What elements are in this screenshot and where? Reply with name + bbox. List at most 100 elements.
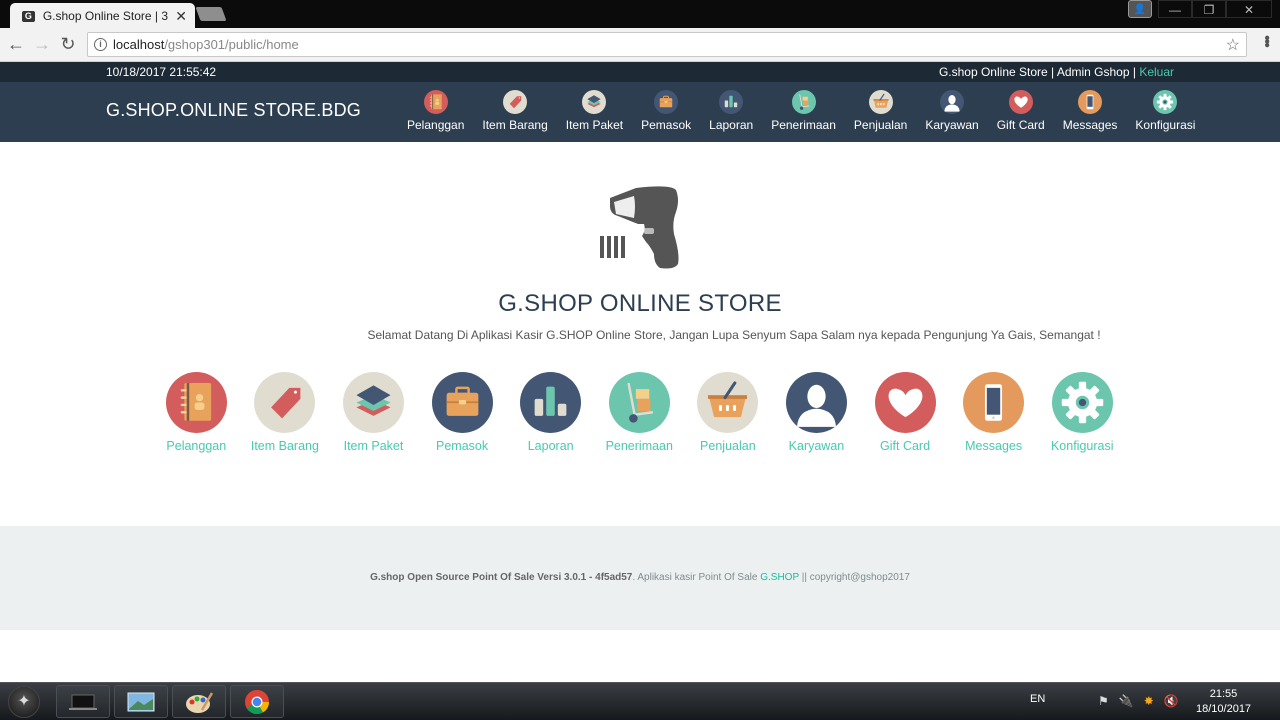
nav-item-gift-card[interactable]: Gift Card [988, 90, 1054, 132]
start-button[interactable]: ✦ [8, 686, 40, 718]
tile-pelanggan[interactable]: Pelanggan [152, 372, 241, 453]
forward-arrow-icon[interactable]: → [32, 34, 52, 54]
power-plug-icon[interactable]: 🔌 [1119, 694, 1134, 708]
nav-menu: Pelanggan Item Barang Item Paket Pemasok… [398, 90, 1204, 132]
tab-close-icon[interactable]: ✕ [175, 8, 187, 25]
tile-label: Pelanggan [166, 439, 227, 453]
separator: | [1047, 65, 1057, 79]
photo-viewer-task[interactable] [114, 685, 168, 718]
language-indicator[interactable]: EN [1030, 693, 1045, 705]
page-bottom-space [0, 630, 1280, 682]
nav-item-item-paket[interactable]: Item Paket [557, 90, 632, 132]
nav-item-laporan[interactable]: Laporan [700, 90, 762, 132]
chrome-task[interactable] [230, 685, 284, 718]
volume-muted-icon[interactable]: 🔇 [1164, 694, 1179, 708]
tile-laporan[interactable]: Laporan [506, 372, 595, 453]
logout-link[interactable]: Keluar [1139, 65, 1174, 79]
barcode-scanner-icon [600, 186, 679, 269]
network-icon[interactable]: ✸ [1144, 694, 1154, 708]
smartphone-icon [1078, 90, 1103, 114]
price-tag-icon [503, 90, 528, 114]
url-path: /gshop301/public/home [164, 37, 299, 52]
nav-item-pemasok[interactable]: Pemasok [632, 90, 700, 132]
nav-item-item-barang[interactable]: Item Barang [473, 90, 556, 132]
profile-icon[interactable]: 👤 [1128, 0, 1152, 18]
nav-item-karyawan[interactable]: Karyawan [916, 90, 987, 132]
tile-label: Gift Card [880, 439, 931, 453]
tab-title: G.shop Online Store | 3.0 [42, 9, 170, 23]
main-content: G.SHOP ONLINE STORE Selamat Datang Di Ap… [0, 142, 1280, 526]
reload-icon[interactable]: ↻ [58, 34, 78, 54]
footer-version: G.shop Open Source Point Of Sale Versi 3… [370, 572, 633, 583]
main-navbar: G.SHOP.ONLINE STORE.BDG Pelanggan Item B… [0, 82, 1280, 142]
clock-date: 18/10/2017 [1196, 703, 1252, 715]
tile-item-paket[interactable]: Item Paket [329, 372, 418, 453]
nav-item-messages[interactable]: Messages [1054, 90, 1127, 132]
nav-item-label: Laporan [709, 118, 754, 132]
new-tab-button[interactable] [195, 7, 227, 21]
tile-penerimaan[interactable]: Penerimaan [595, 372, 684, 453]
bookmark-star-icon[interactable]: ☆ [1226, 35, 1240, 55]
nav-item-konfigurasi[interactable]: Konfigurasi [1126, 90, 1204, 132]
store-name: G.shop Online Store [938, 65, 1048, 79]
heart-icon [874, 372, 936, 433]
browser-menu-icon[interactable]: ••• [1258, 35, 1275, 46]
paint-task[interactable] [172, 685, 226, 718]
nav-item-label: Gift Card [996, 118, 1045, 132]
brand-title[interactable]: G.SHOP.ONLINE STORE.BDG [106, 100, 361, 121]
nav-item-label: Pelanggan [407, 118, 465, 132]
nav-item-pelanggan[interactable]: Pelanggan [398, 90, 473, 132]
tile-gift-card[interactable]: Gift Card [861, 372, 950, 453]
tile-messages[interactable]: Messages [949, 372, 1038, 453]
page-title: G.SHOP ONLINE STORE [498, 290, 782, 317]
system-tray: ⚑ 🔌 ✸ 🔇 [1098, 694, 1179, 708]
paint-palette-icon [186, 691, 214, 713]
minimize-button[interactable]: — [1158, 0, 1192, 18]
address-book-icon [165, 372, 227, 433]
browser-tab[interactable]: G G.shop Online Store | 3.0 ✕ [10, 3, 195, 29]
bar-chart-icon [520, 372, 582, 433]
footer: G.shop Open Source Point Of Sale Versi 3… [0, 526, 1280, 630]
footer-link[interactable]: G.SHOP [760, 572, 799, 583]
tile-item-barang[interactable]: Item Barang [241, 372, 330, 453]
nav-item-penerimaan[interactable]: Penerimaan [762, 90, 845, 132]
info-icon[interactable]: i [94, 38, 107, 51]
system-clock[interactable]: 21:55 18/10/2017 [1196, 687, 1251, 717]
window-controls: 👤 — ❐ ✕ [1128, 0, 1272, 20]
nav-item-label: Messages [1062, 118, 1118, 132]
laptop-icon [69, 694, 97, 710]
restore-button[interactable]: ❐ [1192, 0, 1226, 18]
user-icon [785, 372, 847, 433]
address-bar[interactable]: i localhost/gshop301/public/home ☆ [87, 32, 1247, 57]
tile-label: Item Paket [343, 439, 404, 453]
nav-item-penjualan[interactable]: Penjualan [845, 90, 916, 132]
user-info: G.shop Online Store | Admin Gshop | Kelu… [939, 65, 1174, 79]
bar-chart-icon [719, 90, 744, 114]
tile-pemasok[interactable]: Pemasok [418, 372, 507, 453]
action-center-flag-icon[interactable]: ⚑ [1098, 694, 1109, 708]
info-bar: 10/18/2017 21:55:42 G.shop Online Store … [0, 62, 1280, 82]
back-arrow-icon[interactable]: ← [6, 34, 26, 54]
address-book-icon [423, 90, 448, 114]
nav-item-label: Item Paket [565, 118, 624, 132]
tile-karyawan[interactable]: Karyawan [772, 372, 861, 453]
url-host: localhost [113, 37, 165, 52]
tile-label: Konfigurasi [1050, 439, 1114, 453]
show-desktop-task[interactable] [56, 685, 110, 718]
layers-icon [582, 90, 607, 114]
layers-icon [342, 372, 404, 433]
close-window-button[interactable]: ✕ [1226, 0, 1272, 18]
briefcase-icon [431, 372, 493, 433]
nav-item-label: Penerimaan [771, 118, 836, 132]
smartphone-icon [963, 372, 1025, 433]
nav-item-label: Karyawan [925, 118, 979, 132]
module-tiles: Pelanggan Item Barang Item Paket Pemasok… [152, 372, 1127, 453]
tile-label: Pemasok [436, 439, 489, 453]
hand-truck-icon [608, 372, 670, 433]
gshop-favicon-icon: G [22, 10, 35, 22]
gear-icon [1051, 372, 1113, 433]
footer-copyright: || copyright@gshop2017 [798, 572, 910, 583]
clock-time: 21:55 [1209, 688, 1238, 700]
tile-konfigurasi[interactable]: Konfigurasi [1038, 372, 1127, 453]
tile-penjualan[interactable]: Penjualan [684, 372, 773, 453]
